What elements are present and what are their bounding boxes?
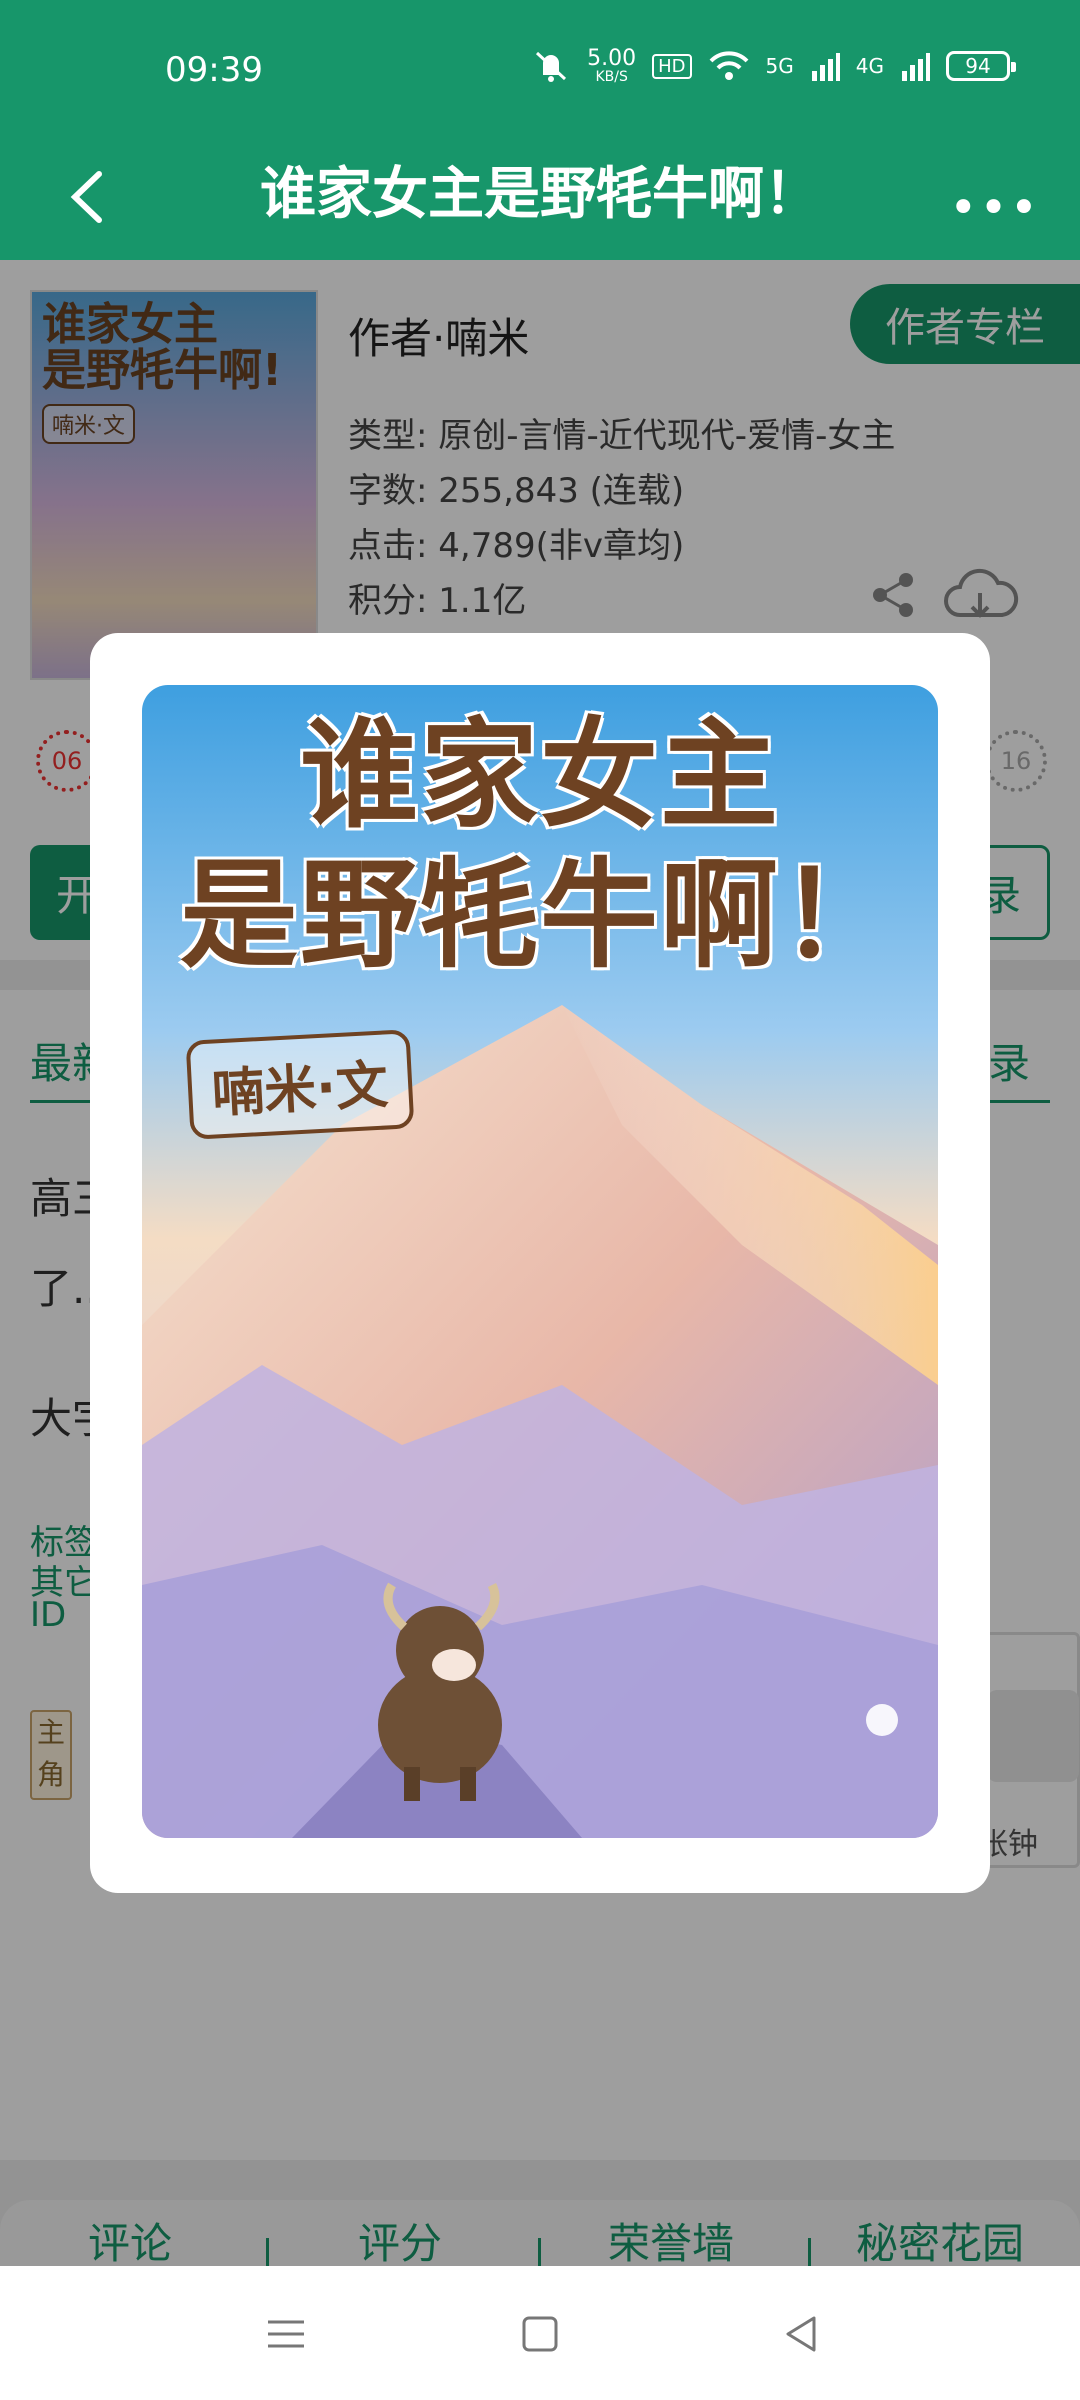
- back-arrow-icon[interactable]: [55, 162, 125, 232]
- signal-icon-2: [902, 53, 930, 81]
- status-bar: 09:39 5.00 KB/S HD 5G 4G 94: [0, 0, 1080, 140]
- home-square-icon[interactable]: [512, 2306, 568, 2362]
- battery-icon: 94: [946, 51, 1016, 81]
- menu-icon[interactable]: [258, 2306, 314, 2362]
- cover-title: 谁家女主 是野牦牛啊！: [142, 685, 938, 985]
- app-toolbar: 谁家女主是野牦牛啊！ •••: [0, 140, 1080, 260]
- cover-image: 谁家女主 是野牦牛啊！ 喃米·文: [142, 685, 938, 1838]
- back-triangle-icon[interactable]: [774, 2306, 830, 2362]
- cover-preview-dialog[interactable]: 谁家女主 是野牦牛啊！ 喃米·文: [90, 633, 990, 1893]
- page-title: 谁家女主是野牦牛啊！: [260, 162, 820, 227]
- cover-author-stamp: 喃米·文: [185, 1029, 415, 1140]
- mute-bell-icon: [536, 51, 567, 82]
- signal-5g-label: 5G: [765, 54, 794, 78]
- more-options-icon[interactable]: •••: [949, 180, 1040, 236]
- cover-title-line1: 谁家女主: [299, 706, 780, 844]
- clock: 09:39: [165, 50, 263, 90]
- signal-icon: [811, 53, 840, 81]
- net-speed: 5.00 KB/S: [587, 46, 637, 85]
- status-icons: 5.00 KB/S HD 5G 4G 94: [531, 46, 1016, 85]
- hd-badge: HD: [652, 53, 692, 79]
- cover-title-line2: 是野牦牛啊！: [179, 846, 900, 984]
- system-nav-bar: [0, 2266, 1080, 2400]
- wifi-icon: [709, 51, 748, 80]
- signal-4g-label: 4G: [855, 54, 884, 78]
